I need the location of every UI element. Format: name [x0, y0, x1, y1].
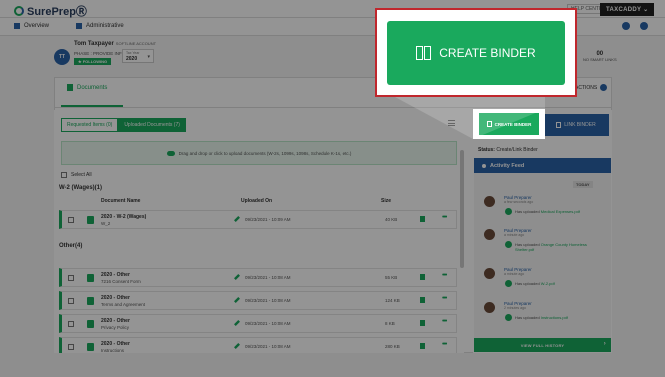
binder-icon	[486, 121, 492, 127]
create-binder-button-zoomed[interactable]: CREATE BINDER	[387, 21, 565, 85]
spotlight-highlight: CREATE BINDER	[473, 109, 545, 139]
create-binder-button-highlighted[interactable]: CREATE BINDER	[479, 113, 539, 135]
create-binder-label-zoomed: CREATE BINDER	[439, 46, 536, 60]
binder-icon	[416, 46, 432, 60]
create-binder-label-highlighted: CREATE BINDER	[494, 121, 532, 127]
zoom-callout: CREATE BINDER	[375, 8, 577, 97]
